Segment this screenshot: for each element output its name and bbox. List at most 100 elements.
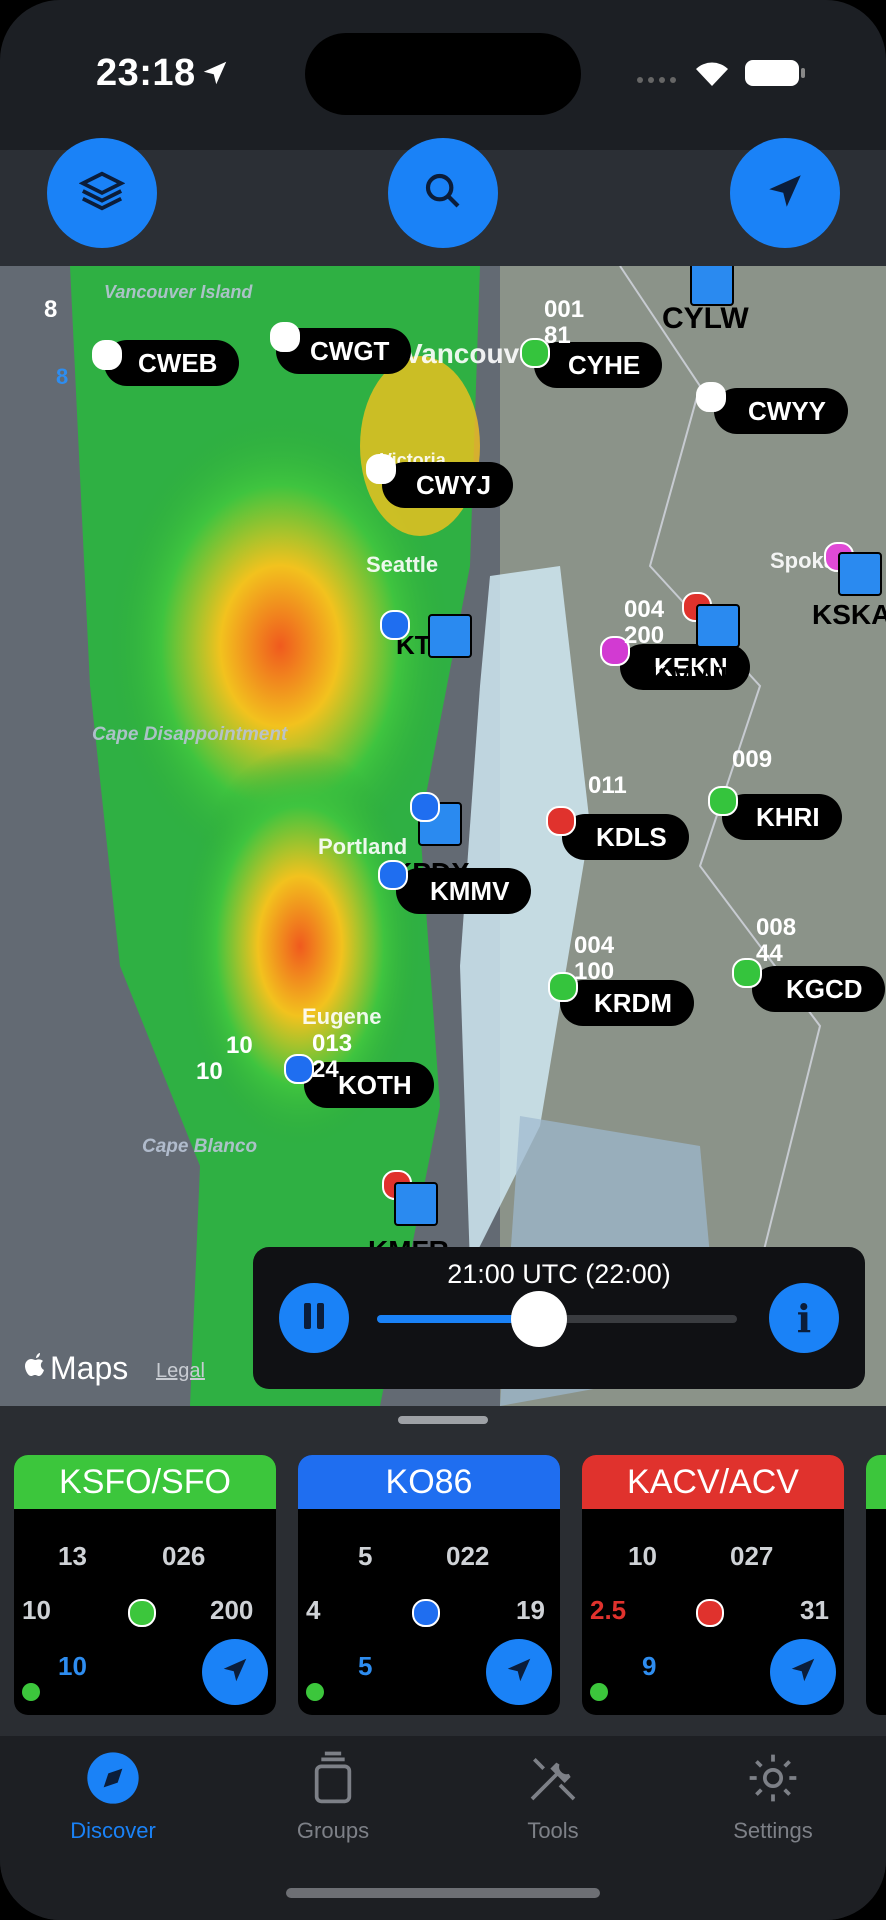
station-status-dot (696, 382, 726, 412)
wifi-icon (692, 56, 732, 93)
station-card[interactable]: KSFO/SFO 13 026 10 200 10 (14, 1455, 276, 1715)
station-card-value: 10 (58, 1651, 87, 1681)
station-status-dot (284, 1054, 314, 1084)
station-marker[interactable]: CWEB (104, 340, 240, 386)
station-status-dot (378, 860, 408, 890)
station-card-value: 5 (358, 1541, 373, 1571)
station-card-navigate-button[interactable] (486, 1639, 552, 1705)
station-card-corner-dot (590, 1683, 608, 1701)
tab-discover[interactable]: Discover (28, 1750, 198, 1844)
station-marker[interactable]: KRDM (560, 980, 694, 1026)
station-flag-square (428, 614, 472, 658)
station-card-value: 5 (358, 1651, 373, 1681)
weather-value: 24 (312, 1056, 339, 1083)
dynamic-island (305, 33, 581, 115)
station-marker[interactable]: KMMV (396, 868, 532, 914)
search-icon (423, 171, 463, 216)
weather-value: 004 (624, 596, 665, 623)
station-card-value: 200 (210, 1595, 254, 1625)
timeline-slider[interactable] (377, 1291, 737, 1347)
station-card-value: 10 (22, 1595, 51, 1625)
station-card[interactable] (866, 1455, 886, 1715)
station-card-value: 9 (642, 1651, 657, 1681)
status-time: 23:18 (96, 52, 196, 94)
weather-value: 009 (732, 746, 773, 773)
station-card-title-strip (866, 1455, 886, 1509)
weather-value: 001 (544, 296, 585, 323)
location-arrow-icon (504, 1655, 534, 1690)
location-arrow-icon (200, 58, 230, 93)
status-bar: 23:18 (0, 0, 886, 150)
station-card-navigate-button[interactable] (202, 1639, 268, 1705)
weather-value: 004 (574, 932, 615, 959)
station-marker[interactable]: KMWH (650, 654, 740, 700)
battery-icon (744, 58, 806, 93)
station-card-status-dot (696, 1599, 724, 1627)
tools-icon (525, 1758, 581, 1811)
home-indicator (286, 1888, 600, 1898)
maps-legal-link[interactable]: Legal (156, 1360, 205, 1383)
location-arrow-icon (764, 170, 806, 217)
weather-value: 10 (226, 1032, 253, 1059)
tab-settings[interactable]: Settings (688, 1750, 858, 1844)
radar-map[interactable]: Seattle Portland Eugene Victoria Vancouv… (0, 266, 886, 1406)
cellular-signal-icon (636, 73, 676, 91)
tab-label: Tools (527, 1818, 579, 1843)
pause-icon (300, 1301, 328, 1336)
station-card-value: 19 (516, 1595, 545, 1625)
station-marker[interactable]: KGCD (752, 966, 885, 1012)
area-label-cape-blanco: Cape Blanco (142, 1136, 258, 1157)
city-label-eugene: Eugene (302, 1004, 382, 1029)
tab-groups[interactable]: Groups (248, 1750, 418, 1844)
station-card-status-dot (412, 1599, 440, 1627)
search-button[interactable] (388, 138, 498, 248)
station-card-value: 13 (58, 1541, 87, 1571)
city-label-seattle: Seattle (366, 552, 439, 577)
station-card[interactable]: KACV/ACV 10 027 2.5 31 9 (582, 1455, 844, 1715)
timeline-slider-thumb[interactable] (511, 1291, 567, 1347)
compass-icon (85, 1752, 141, 1811)
station-marker[interactable]: KHRI (722, 794, 842, 840)
station-status-dot (366, 454, 396, 484)
weather-value: 100 (574, 958, 615, 985)
station-card-value: 027 (730, 1541, 774, 1571)
apple-logo-icon (24, 1352, 48, 1385)
location-arrow-icon (788, 1655, 818, 1690)
station-card-value: 2.5 (590, 1595, 627, 1625)
sheet-grabber[interactable] (398, 1416, 488, 1424)
location-arrow-icon (220, 1655, 250, 1690)
current-location-button[interactable] (730, 138, 840, 248)
station-card-title: KACV/ACV (582, 1455, 844, 1509)
station-flag-square (838, 552, 882, 596)
station-card-corner-dot (306, 1683, 324, 1701)
station-card-navigate-button[interactable] (770, 1639, 836, 1705)
area-label-vancouver-island: Vancouver Island (104, 282, 253, 302)
info-button[interactable]: i (769, 1283, 839, 1353)
station-card[interactable]: KO86 5 022 4 19 5 (298, 1455, 560, 1715)
weather-value: 008 (756, 914, 797, 941)
playback-panel: 21:00 UTC (22:00) i (253, 1247, 865, 1389)
pause-button[interactable] (279, 1283, 349, 1353)
station-marker[interactable]: KSKA (812, 592, 886, 638)
station-marker[interactable]: CWYY (714, 388, 848, 434)
station-marker[interactable]: KDLS (562, 814, 689, 860)
station-status-dot (546, 806, 576, 836)
weather-value: 44 (756, 940, 783, 967)
gear-icon (745, 1754, 801, 1811)
station-marker[interactable]: CWYJ (382, 462, 514, 508)
tab-tools[interactable]: Tools (468, 1750, 638, 1844)
tab-label: Settings (733, 1818, 813, 1843)
area-label-cape-disappointment: Cape Disappointment (92, 724, 288, 745)
weather-value: 10 (196, 1058, 223, 1085)
app-screen: 23:18 Seattle Portland Eugene Victoria V… (0, 0, 886, 1920)
layers-icon (78, 168, 126, 219)
station-status-dot (380, 610, 410, 640)
station-status-dot (410, 792, 440, 822)
weather-value: 8 (56, 364, 69, 389)
playback-time-label: 21:00 UTC (22:00) (447, 1259, 671, 1289)
weather-value: 81 (544, 322, 571, 349)
station-card-title: KSFO/SFO (14, 1455, 276, 1509)
info-icon: i (796, 1295, 812, 1341)
layers-button[interactable] (47, 138, 157, 248)
station-flag-square (696, 604, 740, 648)
